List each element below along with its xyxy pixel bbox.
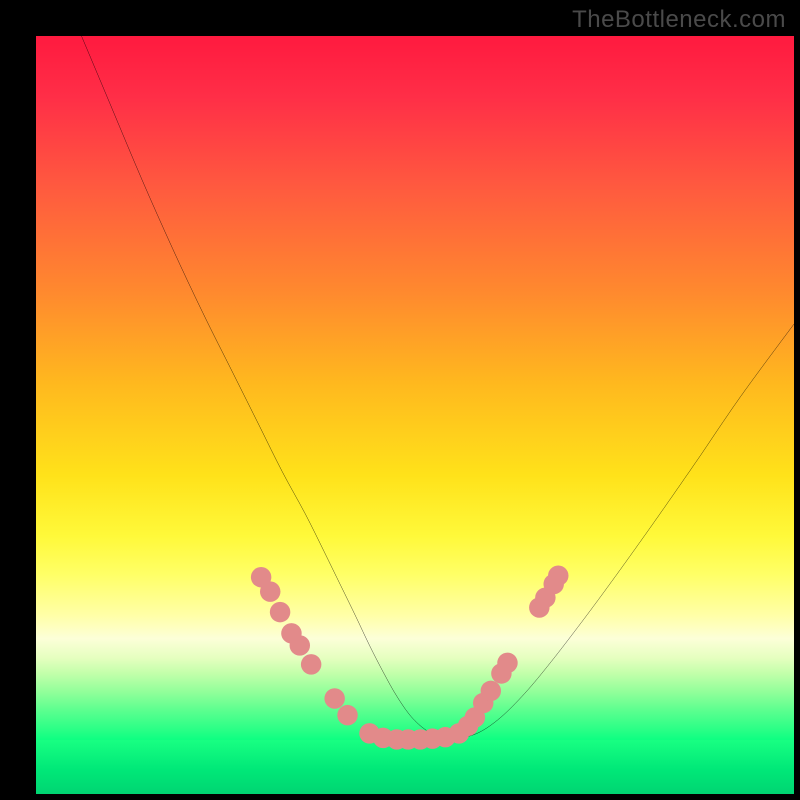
marker-dot <box>337 705 357 725</box>
marker-dot <box>497 653 517 673</box>
marker-dot <box>260 581 280 601</box>
marker-dot <box>481 681 501 701</box>
chart-frame: TheBottleneck.com <box>0 0 800 800</box>
curve-layer <box>36 36 794 794</box>
marker-dot <box>290 635 310 655</box>
watermark: TheBottleneck.com <box>572 6 786 34</box>
bottleneck-curve <box>81 36 794 738</box>
marker-dot <box>270 602 290 622</box>
plot-area <box>36 36 794 794</box>
marker-dot <box>324 688 344 708</box>
highlighted-points <box>251 565 569 749</box>
marker-dot <box>548 565 568 585</box>
marker-dot <box>301 654 321 674</box>
